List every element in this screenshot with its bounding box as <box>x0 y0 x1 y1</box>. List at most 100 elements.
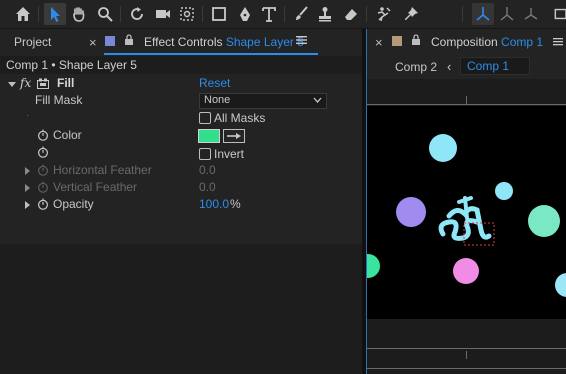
color-label: Color <box>53 128 82 142</box>
composition-name: Comp 1 <box>501 35 544 49</box>
invert-checkbox[interactable] <box>199 148 211 160</box>
label-color-swatch <box>392 36 402 46</box>
title-safe-guide <box>367 348 566 349</box>
camera-tool-icon[interactable] <box>152 3 174 25</box>
all-masks-checkbox[interactable] <box>199 112 211 124</box>
stopwatch-icon[interactable] <box>37 198 49 210</box>
property-list: fx Fill Reset Fill Mask None · All Masks… <box>0 74 345 244</box>
property-row-color: Color <box>0 128 345 145</box>
puppet-pin-tool-icon[interactable] <box>400 3 422 25</box>
breadcrumb-text: Comp 1 • Shape Layer 5 <box>6 58 137 72</box>
brush-tool-icon[interactable] <box>290 3 312 25</box>
eyedropper-button[interactable] <box>223 129 245 143</box>
property-row-vertical-feather: Vertical Feather 0.0 <box>0 180 345 197</box>
opacity-unit: % <box>230 197 241 211</box>
tab-effect-controls[interactable]: Effect Controls Shape Layer 5 <box>144 35 304 49</box>
panel-empty-area <box>0 244 362 374</box>
action-safe-guide <box>367 368 566 369</box>
panel-tabs: Project × Effect Controls Shape Layer 5 <box>0 29 362 55</box>
expand-triangle-icon[interactable] <box>22 183 32 193</box>
zoom-tool-icon[interactable] <box>94 3 116 25</box>
opacity-label: Opacity <box>53 197 94 211</box>
breadcrumb: Comp 1 • Shape Layer 5 <box>0 56 362 74</box>
lock-icon[interactable] <box>124 34 134 49</box>
property-row-invert: Invert <box>0 145 345 162</box>
nav-comp1: Comp 1 <box>467 59 510 73</box>
panel-menu-icon[interactable] <box>296 34 307 48</box>
nav-comp1-button[interactable]: Comp 1 <box>460 57 530 75</box>
property-row-all-masks: · All Masks <box>0 110 345 127</box>
bullet: · <box>26 110 30 121</box>
eyedropper-icon <box>227 133 241 139</box>
panel-menu-icon[interactable] <box>553 38 563 46</box>
dot-mint[interactable] <box>528 205 560 237</box>
dot-cyan[interactable] <box>429 134 457 162</box>
effect-row-fill: fx Fill Reset <box>0 76 345 93</box>
fill-mask-dropdown[interactable]: None <box>199 93 327 109</box>
center-tick <box>466 96 467 104</box>
rectangle-tool-icon[interactable] <box>208 3 230 25</box>
vertical-feather-value: 0.0 <box>199 180 216 194</box>
dot-purple[interactable] <box>396 197 426 227</box>
hand-tool-icon[interactable] <box>68 3 90 25</box>
fill-mask-value: None <box>204 94 231 106</box>
stopwatch-icon[interactable] <box>37 146 49 158</box>
tab-composition[interactable]: Composition Comp 1 <box>431 35 543 49</box>
dot-small-cyan[interactable] <box>495 182 513 200</box>
rotate-tool-icon[interactable] <box>126 3 148 25</box>
axis-world-icon[interactable] <box>496 3 518 25</box>
home-icon[interactable] <box>12 3 34 25</box>
property-row-horizontal-feather: Horizontal Feather 0.0 <box>0 163 345 180</box>
effect-name: Fill <box>57 76 75 90</box>
axis-local-icon[interactable] <box>472 3 494 25</box>
composition-viewer[interactable] <box>367 79 566 374</box>
dot-light[interactable] <box>555 273 566 297</box>
expand-triangle-icon[interactable] <box>22 200 32 210</box>
shape-layer-5[interactable] <box>438 196 495 246</box>
reset-link[interactable]: Reset <box>199 76 230 90</box>
effect-controls-panel: Project × Effect Controls Shape Layer 5 … <box>0 29 362 374</box>
canvas-artwork <box>367 134 566 297</box>
close-icon[interactable]: × <box>375 35 383 50</box>
effect-controls-label: Effect Controls <box>144 35 223 49</box>
title-safe-guide <box>367 104 566 105</box>
effect-dialog-icon[interactable] <box>37 78 49 89</box>
opacity-value[interactable]: 100.0 <box>199 197 229 211</box>
nav-comp2[interactable]: Comp 2 <box>395 60 437 74</box>
chevron-left-icon[interactable]: ‹ <box>447 59 451 74</box>
expand-triangle-icon[interactable] <box>22 166 32 176</box>
vertical-feather-label: Vertical Feather <box>53 180 138 194</box>
horizontal-feather-value: 0.0 <box>199 163 216 177</box>
dot-pink[interactable] <box>453 258 479 284</box>
stopwatch-icon <box>37 164 49 176</box>
comp-canvas[interactable] <box>367 106 566 319</box>
type-tool-icon[interactable] <box>258 3 280 25</box>
color-swatch[interactable] <box>198 129 220 143</box>
fill-mask-label: Fill Mask <box>35 93 83 107</box>
dot-green[interactable] <box>367 254 380 278</box>
stopwatch-icon[interactable] <box>37 129 49 141</box>
tab-project[interactable]: Project <box>14 35 51 49</box>
lock-icon[interactable] <box>411 34 421 49</box>
chevron-down-icon <box>313 97 322 103</box>
pen-tool-icon[interactable] <box>234 3 256 25</box>
tools-toolbar <box>0 0 566 29</box>
axis-view-icon[interactable] <box>520 3 542 25</box>
eraser-tool-icon[interactable] <box>340 3 362 25</box>
roto-brush-tool-icon[interactable] <box>372 3 394 25</box>
comp-navigator: Comp 2 ‹ Comp 1 <box>367 56 566 78</box>
property-row-opacity: Opacity 100.0 % <box>0 197 345 214</box>
workspace-icon[interactable] <box>550 3 566 25</box>
close-icon[interactable]: × <box>89 35 97 50</box>
clone-stamp-tool-icon[interactable] <box>314 3 336 25</box>
label-color-swatch <box>105 36 115 46</box>
pan-behind-tool-icon[interactable] <box>176 3 198 25</box>
expand-triangle-icon[interactable] <box>7 79 17 89</box>
composition-tab-bar: × Composition Comp 1 <box>367 29 566 55</box>
active-tab-indicator <box>104 53 318 55</box>
composition-label: Composition <box>431 35 498 49</box>
composition-panel: × Composition Comp 1 Comp 2 ‹ Comp 1 <box>366 29 566 374</box>
selection-tool-icon[interactable] <box>44 3 66 25</box>
horizontal-feather-label: Horizontal Feather <box>53 163 152 177</box>
fx-icon[interactable]: fx <box>20 76 31 90</box>
